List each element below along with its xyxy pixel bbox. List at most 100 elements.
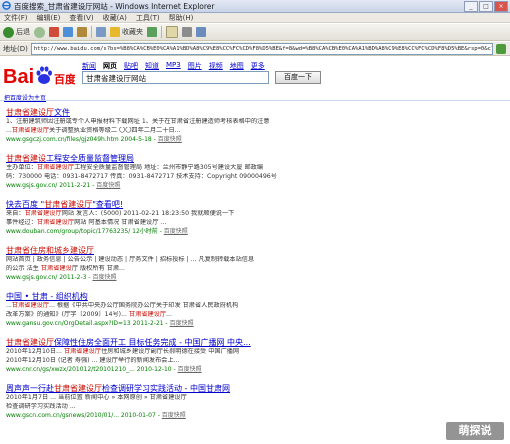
tab-video[interactable]: 视频 bbox=[209, 61, 223, 71]
text-segment: 改革方案》的通知》(厅字〔2009〕14号)... bbox=[6, 310, 129, 318]
maximize-button[interactable]: □ bbox=[479, 1, 493, 12]
ie-logo-icon bbox=[2, 1, 11, 10]
text-segment: 保障性住房全面开工 目标任务完成 - 中国广播网 中央... bbox=[54, 338, 251, 347]
tab-tieba[interactable]: 贴吧 bbox=[124, 61, 138, 71]
result-snippet: ...甘肃省建设厅关于调整执业资格等级二 〇〇四年二月二十日... bbox=[6, 127, 306, 136]
menu-tools[interactable]: 工具(T) bbox=[136, 13, 160, 22]
tab-more[interactable]: 更多 bbox=[251, 61, 265, 71]
results-list: 甘肃省建设厅文件 1、注册建筑师因注册或专个人申报材料下载网址 1、关于在甘肃省注… bbox=[6, 107, 306, 429]
highlight-keyword: 甘肃省建设厅 bbox=[63, 348, 102, 355]
text-segment: 检查调研学习实践活动 - 中国甘肃网 bbox=[102, 384, 230, 393]
text-segment: ... bbox=[166, 310, 172, 318]
tab-map[interactable]: 地图 bbox=[230, 61, 244, 71]
text-segment: 码：730000 电话：0931-8472717 传真：0931-8472717… bbox=[6, 172, 208, 180]
text-segment: 周声声一行赴 bbox=[6, 384, 54, 393]
stop-icon[interactable] bbox=[49, 27, 59, 37]
tab-mp3[interactable]: MP3 bbox=[166, 61, 181, 71]
snapshot-link[interactable]: 百度快照 bbox=[158, 136, 182, 143]
tab-images[interactable]: 图片 bbox=[188, 61, 202, 71]
result-snippet: 检查调研学习实践活动 ... bbox=[6, 403, 306, 412]
snapshot-link[interactable]: 百度快照 bbox=[164, 228, 188, 235]
highlight-keyword: 甘肃省建设厅 bbox=[128, 310, 167, 318]
text-segment: 检查调研学习实践活动 ... bbox=[6, 402, 76, 410]
favorites-button[interactable]: 收藏夹 bbox=[110, 27, 143, 37]
search-tabs: 新闻 网页 贴吧 知道 MP3 图片 视频 地图 更多 bbox=[82, 61, 265, 71]
menu-view[interactable]: 查看(V) bbox=[69, 13, 93, 22]
text-segment: 中国 • 甘肃 - 组织机构 bbox=[6, 292, 88, 301]
result-url: www.gansu.gov.cn/OrgDetail.aspx?ID=13 20… bbox=[6, 320, 194, 327]
result-snippet: 改革方案》的通知》(厅字〔2009〕14号)... 甘肃省建设厅... bbox=[6, 311, 306, 320]
text-segment: 网站 阿基本情况 甘肃省建设厅 ... bbox=[74, 218, 167, 226]
text-segment: 新闻中心 » 本网原创 » 甘肃省建设厅 bbox=[84, 394, 187, 401]
search-input[interactable]: 甘肃省建设厅网站 bbox=[82, 71, 269, 84]
tab-zhidao[interactable]: 知道 bbox=[145, 61, 159, 71]
history-icon[interactable] bbox=[147, 27, 157, 37]
result-title-link[interactable]: 快去百度 "甘肃省建设厅"查看吧! bbox=[6, 199, 306, 210]
menu-help[interactable]: 帮助(H) bbox=[169, 13, 194, 22]
snapshot-link[interactable]: 百度快照 bbox=[96, 182, 120, 189]
print-icon[interactable] bbox=[182, 27, 192, 37]
forward-arrow-icon bbox=[34, 26, 45, 38]
result-snippet: 2010年1月7日 ... 当前位置 新闻中心 » 本网原创 » 甘肃省建设厅 bbox=[6, 394, 306, 403]
page-content: Bai 百度 新闻 网页 贴吧 知道 MP3 图片 视频 地图 更多 甘肃省建设… bbox=[0, 57, 510, 444]
refresh-icon[interactable] bbox=[63, 27, 73, 37]
edit-icon[interactable] bbox=[196, 27, 206, 37]
text-segment: 1、注册建筑师因注册或专 bbox=[6, 118, 78, 125]
menu-edit[interactable]: 编辑(E) bbox=[37, 13, 61, 22]
toolbar-separator bbox=[91, 26, 92, 38]
close-button[interactable]: × bbox=[494, 1, 508, 12]
back-button[interactable]: 后退 bbox=[3, 26, 30, 38]
result-url: www.cnr.cn/gs/xwzx/201012/t20101210_... … bbox=[6, 366, 202, 373]
result-title-link[interactable]: 周声声一行赴甘肃省建设厅检查调研学习实践活动 - 中国甘肃网 bbox=[6, 383, 306, 394]
text-segment: 快去百度 " bbox=[6, 200, 45, 209]
result-snippet: 2010年12月10日 (记者 寿强) ... 建设厅举行的新闻发布会上... bbox=[6, 357, 306, 366]
favorites-label: 收藏夹 bbox=[122, 28, 143, 36]
result-title-link[interactable]: 甘肃省住房和城乡建设厅 bbox=[6, 245, 306, 256]
highlight-keyword: 甘肃省建设厅 bbox=[36, 218, 75, 226]
result-url: www.gscn.com.cn/gsnews/2010/01/... 2010-… bbox=[6, 412, 186, 419]
text-segment: 寿强) ... 建设厅举行的新闻发布会上... bbox=[74, 356, 180, 364]
toolbar: 后退 收藏夹 bbox=[0, 24, 510, 41]
search-icon[interactable] bbox=[96, 27, 106, 37]
header-divider bbox=[0, 100, 510, 101]
result-item: 甘肃省建设厅文件 1、注册建筑师因注册或专个人申报材料下载网址 1、关于在甘肃省注… bbox=[6, 107, 306, 144]
result-title-link[interactable]: 甘肃省建设工程安全质量监督管理局 bbox=[6, 153, 306, 164]
search-button[interactable]: 百度一下 bbox=[275, 71, 321, 84]
text-segment: 2010年12月10日 (记者 bbox=[6, 356, 75, 364]
mail-icon[interactable] bbox=[166, 26, 178, 38]
text-segment: 网站首页 | 政务信息 | 公告公示 | 建设动态 | 厅务文件 | 招标投标 … bbox=[6, 256, 255, 263]
snapshot-link[interactable]: 百度快照 bbox=[170, 320, 194, 327]
result-url-text: www.gsjs.gov.cn/ 2011-2-3 bbox=[6, 274, 87, 281]
highlight-keyword: 甘肃省建设厅 bbox=[24, 210, 62, 217]
result-title-link[interactable]: 甘肃省建设厅文件 bbox=[6, 107, 306, 118]
menu-file[interactable]: 文件(F) bbox=[4, 13, 28, 22]
text-segment: 工程安全质量监督管理局 地址：兰州市静宁路305号建设大厦 邮政编 bbox=[74, 164, 264, 171]
snapshot-link[interactable]: 百度快照 bbox=[178, 366, 202, 373]
window-title: 百度搜索_甘肃省建设厅网站 - Windows Internet Explore… bbox=[14, 2, 215, 11]
result-item: 甘肃省建设工程安全质量监督管理局 主办单位：甘肃省建设厅工程安全质量监督管理局 地… bbox=[6, 153, 306, 190]
result-url-text: www.douban.com/group/topic/17763235/ 12小… bbox=[6, 228, 158, 235]
forward-button[interactable] bbox=[34, 26, 45, 38]
tab-news[interactable]: 新闻 bbox=[82, 61, 96, 71]
highlight-keyword: 甘肃省建设厅 bbox=[44, 200, 93, 209]
snapshot-link[interactable]: 百度快照 bbox=[162, 412, 186, 419]
highlight-keyword: 甘肃省建设厅 bbox=[54, 384, 102, 393]
result-title-link[interactable]: 中国 • 甘肃 - 组织机构 bbox=[6, 291, 306, 302]
result-item: 快去百度 "甘肃省建设厅"查看吧! 来自：甘肃省建设厅网站 发言人：(5000) … bbox=[6, 199, 306, 236]
go-arrow-icon[interactable] bbox=[496, 43, 506, 54]
result-title-link[interactable]: 甘肃省建设厅保障性住房全面开工 目标任务完成 - 中国广播网 中央... bbox=[6, 337, 306, 348]
address-bar: 地址(D) http://www.baidu.com/s?bs=%B8%CA%C… bbox=[0, 42, 510, 56]
menu-favorites[interactable]: 收藏(A) bbox=[103, 13, 127, 22]
tab-web[interactable]: 网页 bbox=[103, 61, 117, 71]
result-url-text: www.cnr.cn/gs/xwzx/201012/t20101210_... … bbox=[6, 366, 172, 373]
url-input[interactable]: http://www.baidu.com/s?bs=%B8%CA%CB%E0%C… bbox=[30, 42, 493, 55]
text-segment: 来自： bbox=[6, 210, 25, 217]
result-url-text: www.gscn.com.cn/gsnews/2010/01/... 2010-… bbox=[6, 412, 156, 419]
snapshot-link[interactable]: 百度快照 bbox=[92, 274, 116, 281]
text-segment: 2010年1月7日 ... 当前位置 bbox=[6, 394, 85, 401]
watermark: 萌探说 bbox=[446, 422, 504, 440]
result-snippet: 的公示 法生 甘肃省建设厅 版权所有 甘肃... bbox=[6, 265, 306, 274]
minimize-button[interactable]: _ bbox=[464, 1, 478, 12]
baidu-logo[interactable]: Bai 百度 bbox=[3, 61, 75, 89]
home-icon[interactable] bbox=[77, 27, 87, 37]
